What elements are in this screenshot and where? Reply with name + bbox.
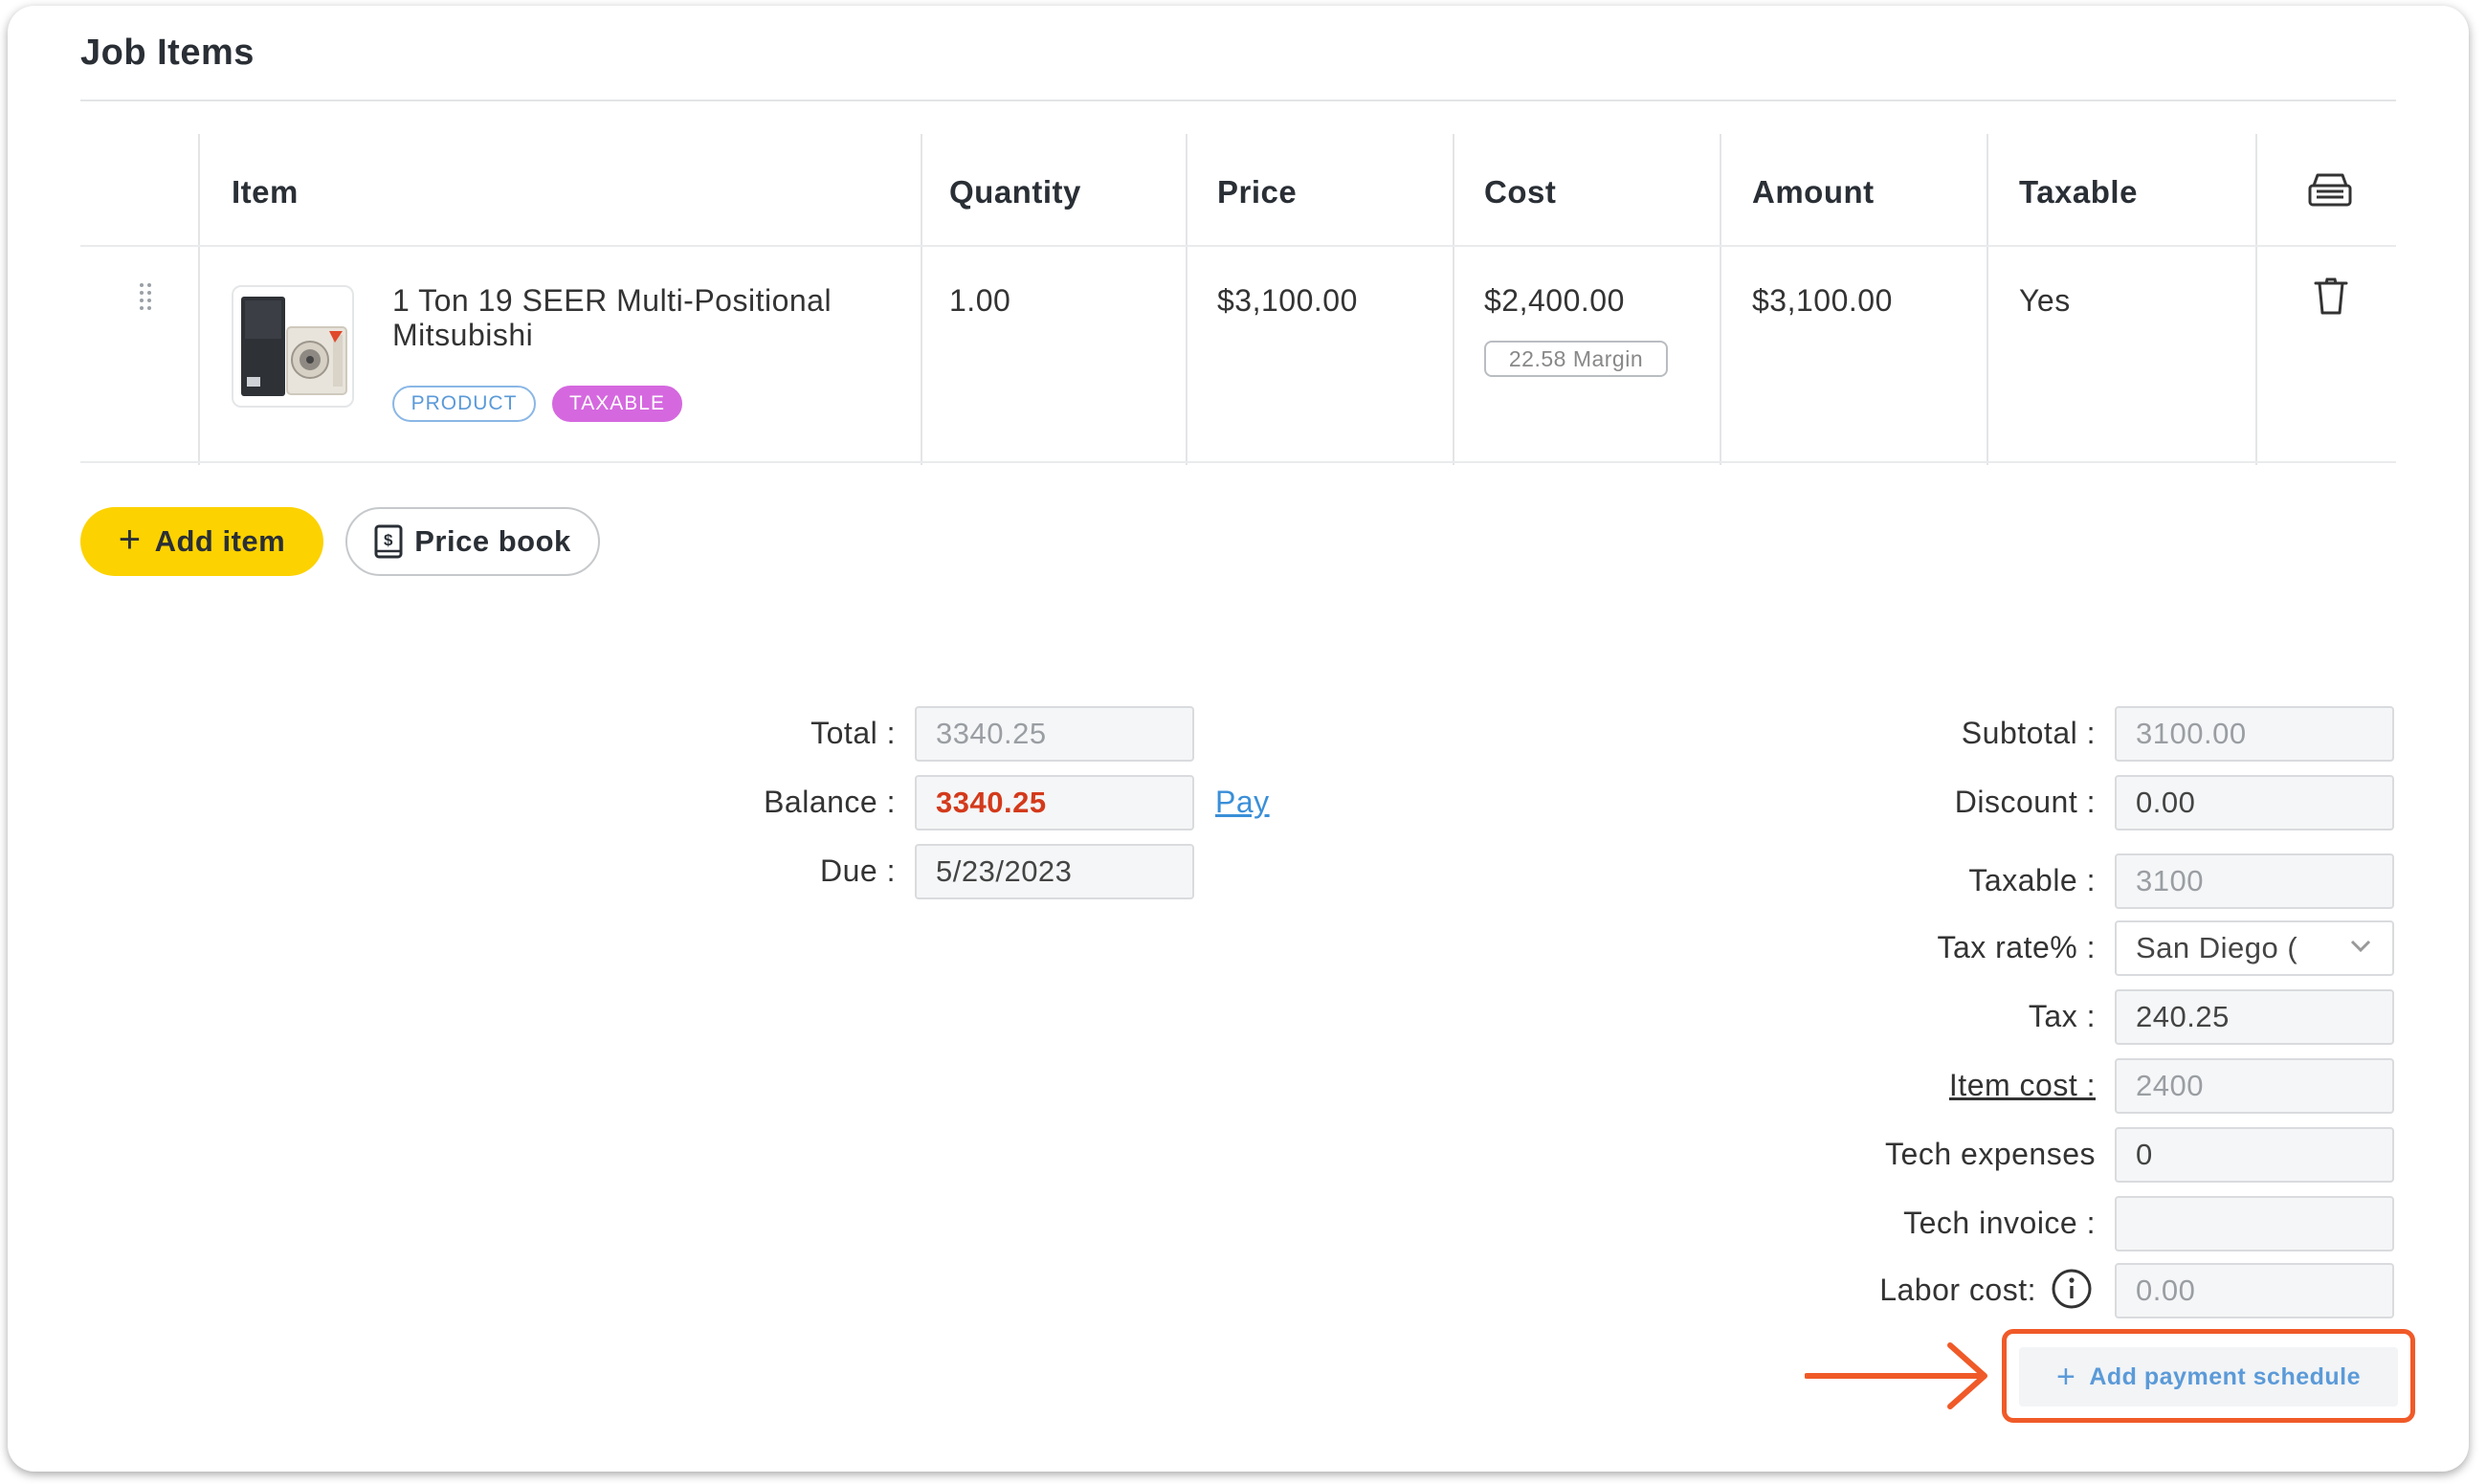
due-date-field[interactable]: 5/23/2023 [915,844,1194,899]
header-amount[interactable]: Amount [1752,174,1875,210]
price-book-label: Price book [414,524,571,558]
subtotal-field: 3100.00 [2115,706,2394,762]
section-title: Job Items [80,33,255,73]
add-payment-schedule-label: Add payment schedule [2089,1362,2362,1390]
item-taxable[interactable]: Yes [2019,283,2071,319]
header-taxable[interactable]: Taxable [2019,174,2138,210]
total-field: 3340.25 [915,706,1194,762]
add-item-label: Add item [154,524,286,558]
price-book-icon: $ [374,524,403,559]
balance-label: Balance : [764,785,896,819]
tax-rate-select[interactable]: San Diego ( [2115,920,2394,976]
price-book-button[interactable]: $ Price book [345,507,600,576]
drag-handle-icon[interactable] [138,281,153,316]
tax-label: Tax : [2028,999,2096,1033]
tech-expenses-field[interactable]: 0 [2115,1127,2394,1183]
taxable-label: Taxable : [1968,863,2096,897]
labor-cost-field: 0.00 [2115,1263,2394,1318]
item-cost-link[interactable]: Item cost : [1818,1068,2096,1103]
discount-field[interactable]: 0.00 [2115,775,2394,831]
column-divider [2255,134,2257,465]
svg-text:$: $ [384,531,393,549]
subtotal-label: Subtotal : [1961,716,2096,750]
tax-rate-value: San Diego ( [2136,931,2298,964]
discount-label: Discount : [1954,785,2096,819]
hvac-unit-image [241,297,347,396]
arrow-right-icon [1805,1342,1987,1409]
title-divider [80,100,2396,101]
tech-invoice-label: Tech invoice : [1903,1206,2096,1240]
balance-field: 3340.25 [915,775,1194,831]
taxable-field: 3100 [2115,853,2394,909]
tax-rate-label: Tax rate% : [1937,930,2096,964]
header-cost[interactable]: Cost [1484,174,1556,210]
row-divider [80,461,2396,463]
column-divider [1186,134,1188,465]
add-item-button[interactable]: + Add item [80,507,323,576]
item-cost[interactable]: $2,400.00 [1484,283,1625,319]
tech-expenses-label: Tech expenses [1885,1137,2096,1171]
item-cost-field: 2400 [2115,1058,2394,1114]
column-divider [1720,134,1721,465]
info-icon[interactable] [2051,1268,2093,1310]
due-label: Due : [820,853,896,888]
product-badge: PRODUCT [392,386,536,422]
header-price[interactable]: Price [1217,174,1297,210]
trash-icon[interactable] [2314,277,2348,316]
plus-icon: + [2055,1358,2076,1395]
product-thumbnail [232,285,354,408]
header-quantity[interactable]: Quantity [949,174,1081,210]
pay-link[interactable]: Pay [1215,785,1270,820]
job-items-card [8,6,2469,1472]
item-amount: $3,100.00 [1752,283,1893,318]
header-divider [80,245,2396,247]
chevron-down-icon [2350,940,2371,953]
plus-icon: + [118,519,142,561]
header-item[interactable]: Item [232,174,299,210]
column-divider [1453,134,1454,465]
item-price[interactable]: $3,100.00 [1217,283,1358,319]
item-name[interactable]: 1 Ton 19 SEER Multi-Positional Mitsubish… [392,283,890,352]
column-divider [921,134,922,465]
column-divider [198,134,200,465]
taxable-badge: TAXABLE [552,386,682,422]
margin-badge: 22.58 Margin [1484,341,1668,377]
total-label: Total : [810,716,896,750]
tax-field[interactable]: 240.25 [2115,989,2394,1045]
item-quantity[interactable]: 1.00 [949,283,1010,319]
add-payment-schedule-button[interactable]: + Add payment schedule [2019,1347,2398,1406]
labor-cost-label: Labor cost: [1879,1273,2036,1307]
tech-invoice-field[interactable] [2115,1196,2394,1251]
column-divider [1987,134,1988,465]
columns-settings-icon[interactable] [2308,172,2352,207]
